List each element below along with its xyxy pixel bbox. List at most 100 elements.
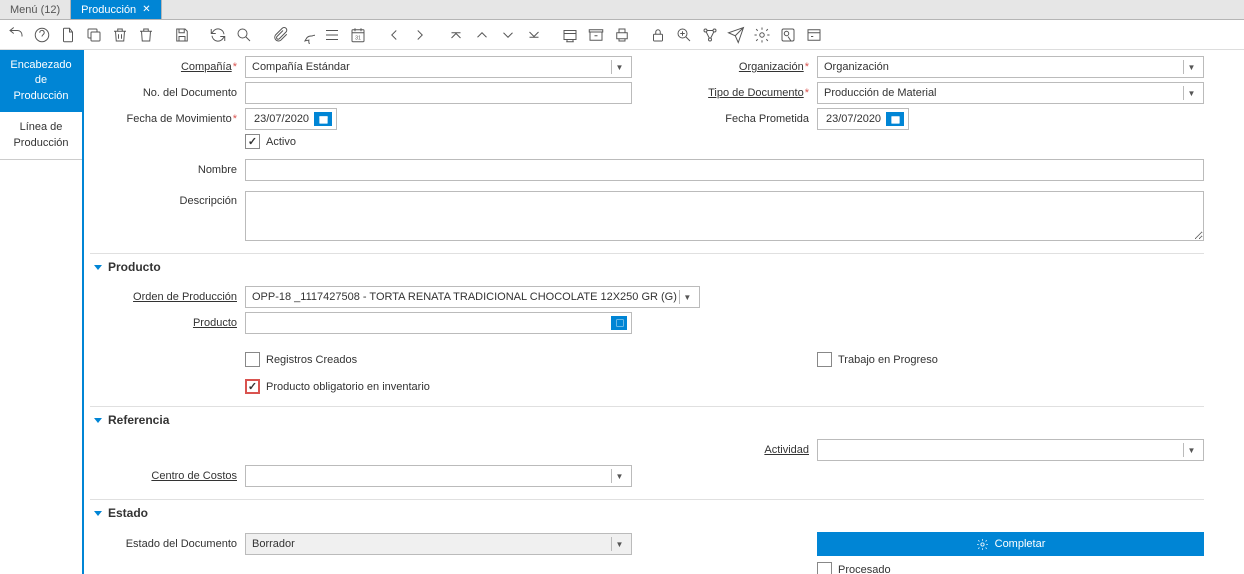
- next-icon[interactable]: [410, 25, 430, 45]
- label-tipo-documento: Tipo de Documento*: [662, 87, 817, 99]
- calendar-icon[interactable]: [314, 112, 332, 126]
- workflow-icon[interactable]: [700, 25, 720, 45]
- zoom-icon[interactable]: [674, 25, 694, 45]
- toolbar: 31: [0, 20, 1244, 50]
- select-centro-costos[interactable]: ▼: [245, 465, 632, 487]
- checkbox-box: [817, 352, 832, 367]
- chevron-down-icon[interactable]: ▼: [1183, 86, 1199, 100]
- chevron-down-icon[interactable]: ▼: [1183, 60, 1199, 74]
- completar-label: Completar: [995, 538, 1046, 550]
- checkbox-procesado-label: Procesado: [838, 564, 891, 574]
- checkbox-trabajo-progreso[interactable]: Trabajo en Progreso: [817, 352, 938, 367]
- extra-icon[interactable]: [804, 25, 824, 45]
- attachment-icon[interactable]: [270, 25, 290, 45]
- date-fecha-prometida[interactable]: 23/07/2020: [817, 108, 909, 130]
- checkbox-obligatorio-label: Producto obligatorio en inventario: [266, 381, 430, 393]
- label-fecha-movimiento: Fecha de Movimiento*: [90, 113, 245, 125]
- label-centro-costos: Centro de Costos: [90, 470, 245, 482]
- select-actividad[interactable]: ▼: [817, 439, 1204, 461]
- section-referencia[interactable]: Referencia: [90, 406, 1204, 433]
- label-no-documento: No. del Documento: [90, 87, 245, 99]
- first-icon[interactable]: [446, 25, 466, 45]
- checkbox-procesado[interactable]: Procesado: [817, 562, 891, 574]
- calendar-icon[interactable]: 31: [348, 25, 368, 45]
- send-icon[interactable]: [726, 25, 746, 45]
- last-icon[interactable]: [524, 25, 544, 45]
- new-icon[interactable]: [58, 25, 78, 45]
- input-no-documento[interactable]: [245, 82, 632, 104]
- select-organizacion[interactable]: Organización ▼: [817, 56, 1204, 78]
- checkbox-box: [245, 352, 260, 367]
- select-tipo-documento-value: Producción de Material: [822, 87, 1183, 99]
- side-tab-line[interactable]: Línea de Producción: [0, 112, 82, 160]
- checkbox-box: [245, 379, 260, 394]
- select-estado-value: Borrador: [250, 538, 611, 550]
- chevron-down-icon[interactable]: ▼: [611, 469, 627, 483]
- undo-icon[interactable]: [6, 25, 26, 45]
- archive-icon[interactable]: [586, 25, 606, 45]
- tab-produccion-label: Producción: [81, 4, 136, 16]
- info-icon[interactable]: [778, 25, 798, 45]
- svg-text:31: 31: [355, 35, 361, 41]
- label-orden-produccion: Orden de Producción: [90, 291, 245, 303]
- lookup-icon[interactable]: [611, 316, 627, 330]
- completar-button[interactable]: Completar: [817, 532, 1204, 556]
- section-producto-label: Producto: [108, 260, 161, 274]
- delete-icon[interactable]: [110, 25, 130, 45]
- date-fecha-movimiento[interactable]: 23/07/2020: [245, 108, 337, 130]
- search-icon[interactable]: [234, 25, 254, 45]
- chat-icon[interactable]: [296, 25, 316, 45]
- chevron-down-icon[interactable]: ▼: [611, 537, 627, 551]
- help-icon[interactable]: [32, 25, 52, 45]
- refresh-icon[interactable]: [208, 25, 228, 45]
- select-tipo-documento[interactable]: Producción de Material ▼: [817, 82, 1204, 104]
- select-organizacion-value: Organización: [822, 61, 1183, 73]
- collapse-icon: [94, 418, 102, 423]
- label-actividad: Actividad: [662, 444, 817, 456]
- date-fecha-prometida-value: 23/07/2020: [822, 113, 886, 125]
- delete2-icon[interactable]: [136, 25, 156, 45]
- checkbox-activo[interactable]: Activo: [245, 134, 296, 149]
- print-icon[interactable]: [612, 25, 632, 45]
- checkbox-registros-creados[interactable]: Registros Creados: [245, 352, 357, 367]
- input-nombre: [245, 159, 1204, 181]
- chevron-down-icon[interactable]: ▼: [611, 60, 627, 74]
- save-icon[interactable]: [172, 25, 192, 45]
- label-nombre: Nombre: [90, 164, 245, 176]
- prev-icon[interactable]: [384, 25, 404, 45]
- tab-menu[interactable]: Menú (12): [0, 0, 71, 19]
- checkbox-registros-label: Registros Creados: [266, 354, 357, 366]
- copy-icon[interactable]: [84, 25, 104, 45]
- lock-icon[interactable]: [648, 25, 668, 45]
- section-estado-label: Estado: [108, 506, 148, 520]
- select-producto[interactable]: [245, 312, 632, 334]
- up-icon[interactable]: [472, 25, 492, 45]
- gear-icon[interactable]: [752, 25, 772, 45]
- side-tabs: Encabezado de Producción Línea de Produc…: [0, 50, 84, 574]
- chevron-down-icon[interactable]: ▼: [679, 290, 695, 304]
- section-producto[interactable]: Producto: [90, 253, 1204, 280]
- select-compania[interactable]: Compañía Estándar ▼: [245, 56, 632, 78]
- side-tab-header[interactable]: Encabezado de Producción: [0, 50, 82, 112]
- select-orden-produccion[interactable]: OPP-18 _1117427508 - TORTA RENATA TRADIC…: [245, 286, 700, 308]
- tab-menu-label: Menú (12): [10, 4, 60, 16]
- textarea-descripcion[interactable]: [245, 191, 1204, 241]
- down-icon[interactable]: [498, 25, 518, 45]
- report-icon[interactable]: [560, 25, 580, 45]
- close-icon[interactable]: ✕: [142, 4, 150, 15]
- checkbox-trabajo-label: Trabajo en Progreso: [838, 354, 938, 366]
- section-estado[interactable]: Estado: [90, 499, 1204, 526]
- label-descripcion: Descripción: [90, 191, 245, 207]
- tab-produccion[interactable]: Producción ✕: [71, 0, 161, 19]
- checkbox-box: [817, 562, 832, 574]
- select-estado-documento[interactable]: Borrador ▼: [245, 533, 632, 555]
- section-referencia-label: Referencia: [108, 413, 169, 427]
- checkbox-producto-obligatorio[interactable]: Producto obligatorio en inventario: [245, 379, 430, 394]
- list-icon[interactable]: [322, 25, 342, 45]
- checkbox-activo-label: Activo: [266, 136, 296, 148]
- calendar-icon[interactable]: [886, 112, 904, 126]
- chevron-down-icon[interactable]: ▼: [1183, 443, 1199, 457]
- date-fecha-movimiento-value: 23/07/2020: [250, 113, 314, 125]
- collapse-icon: [94, 511, 102, 516]
- checkbox-box: [245, 134, 260, 149]
